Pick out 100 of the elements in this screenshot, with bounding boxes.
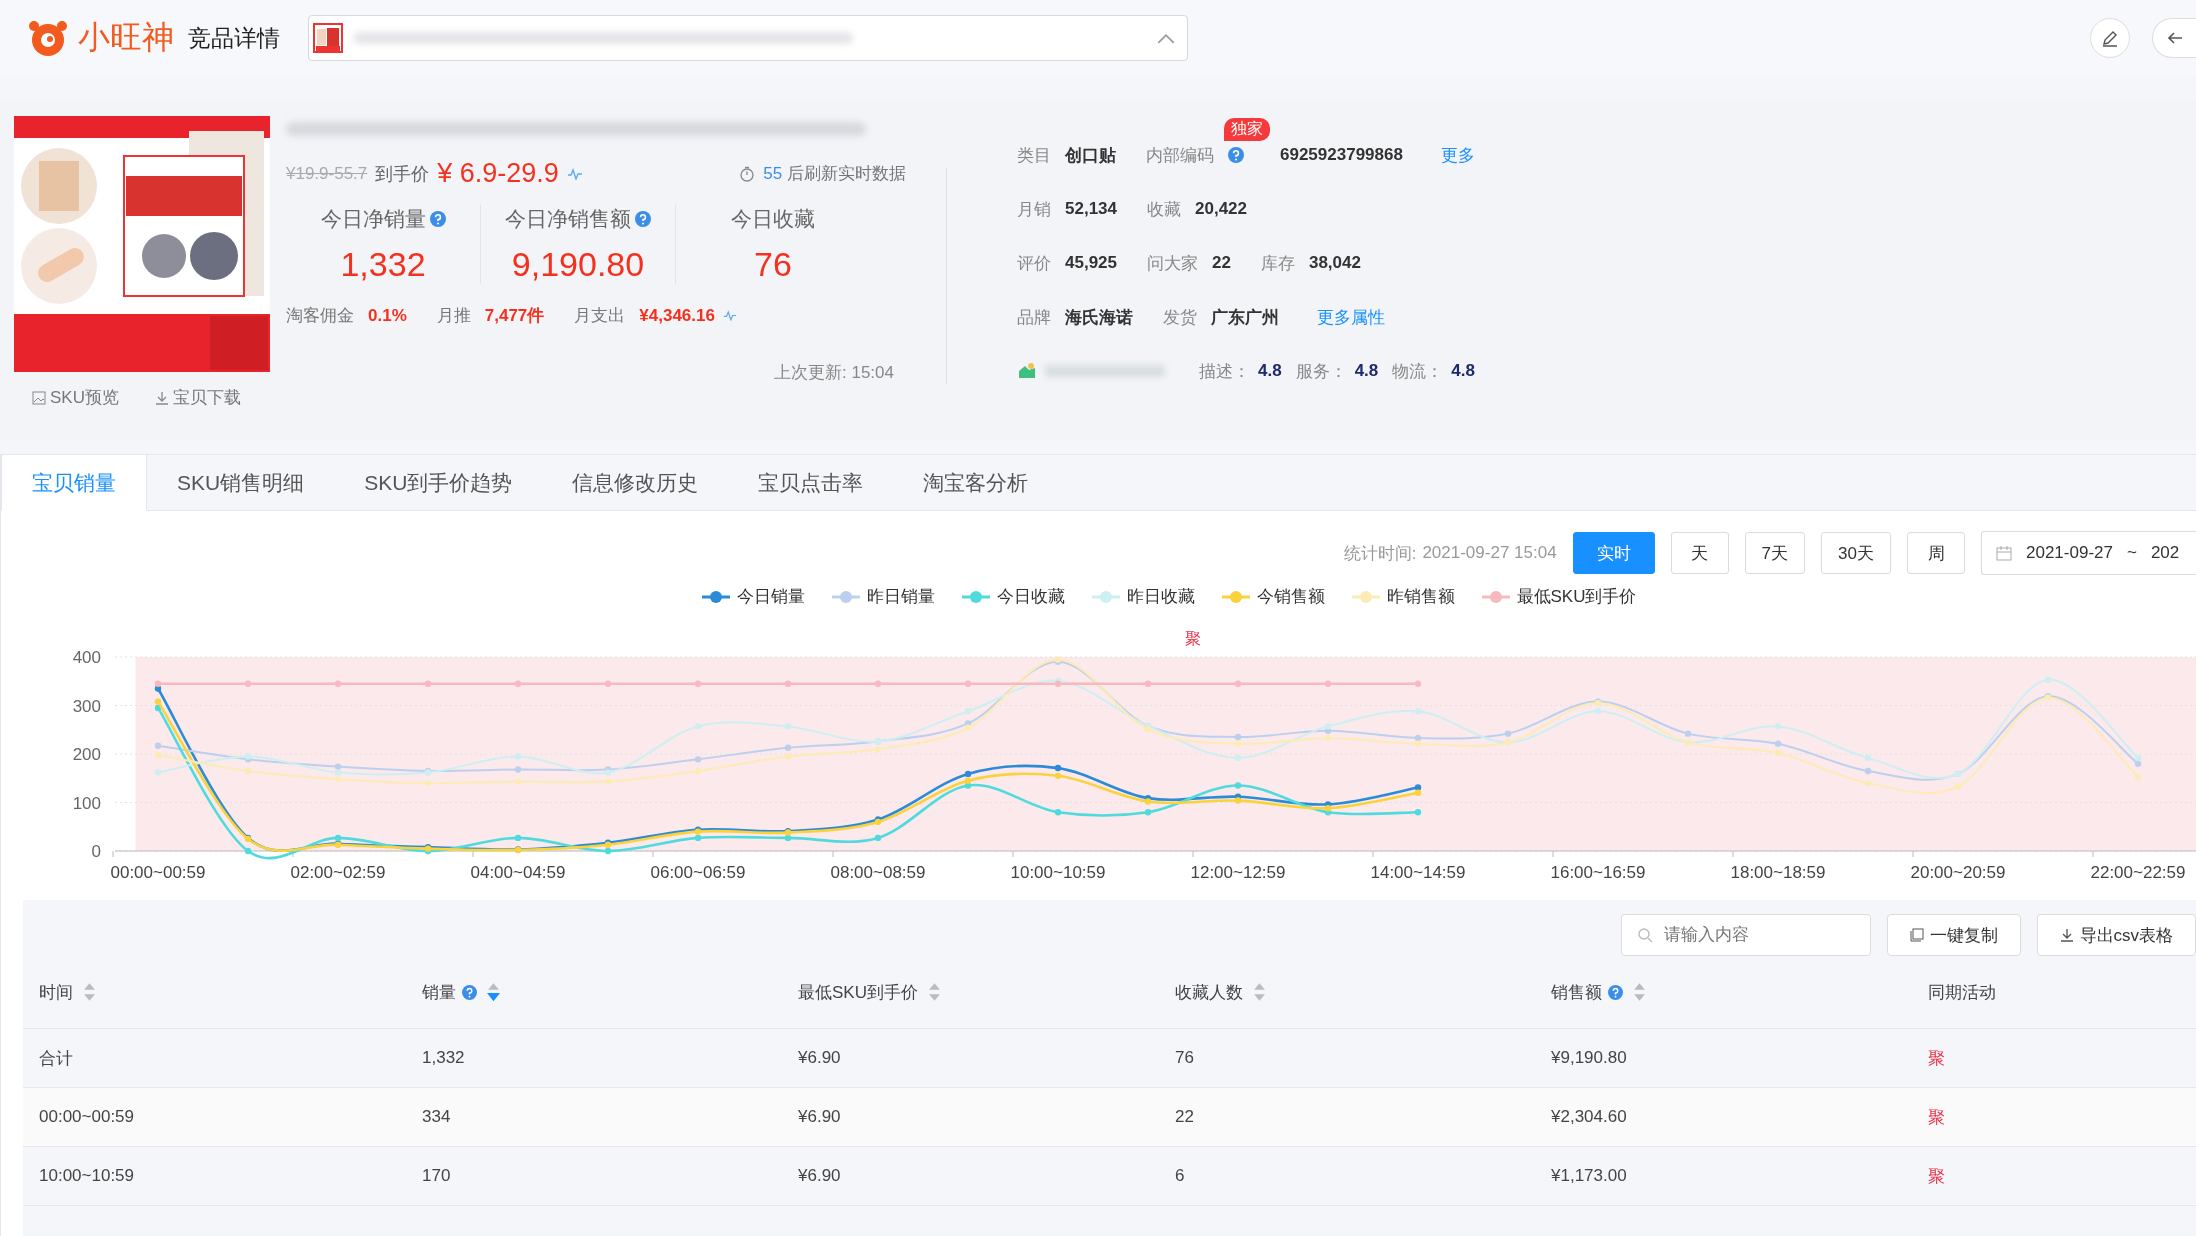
metric-label: 淘客佣金 bbox=[286, 305, 354, 327]
point bbox=[874, 680, 882, 687]
tab[interactable]: SKU到手价趋势 bbox=[334, 455, 543, 511]
original-price: ¥19.9-55.7 bbox=[286, 163, 368, 184]
attribute-label: 类目 bbox=[1017, 144, 1051, 167]
attribute-label: 库存 bbox=[1260, 252, 1295, 275]
y-tick-label: 100 bbox=[72, 793, 101, 813]
point bbox=[874, 745, 882, 753]
table-cell: 22 bbox=[1175, 1107, 1194, 1127]
range-button[interactable]: 30天 bbox=[1821, 532, 1891, 574]
point bbox=[334, 763, 342, 770]
action-link[interactable]: 宝贝下载 bbox=[154, 386, 241, 409]
search-field[interactable]: 请输入内容 bbox=[1620, 914, 1871, 956]
attribute-label: 评价 bbox=[1017, 252, 1051, 275]
help-icon[interactable] bbox=[462, 984, 477, 1000]
last-update: 上次更新: 15:04 bbox=[773, 362, 895, 384]
x-tick-label: 22:00~22:59 bbox=[2090, 863, 2186, 882]
copy-button[interactable]: 一键复制 bbox=[1886, 914, 2021, 956]
action-link[interactable]: SKU预览 bbox=[32, 386, 119, 409]
back-button[interactable] bbox=[2152, 18, 2196, 58]
tab[interactable]: 宝贝点击率 bbox=[728, 455, 894, 511]
point bbox=[2134, 760, 2142, 767]
table-cell: 76 bbox=[1175, 1048, 1194, 1068]
export-button[interactable]: 导出csv表格 bbox=[2036, 914, 2196, 956]
shop-icon bbox=[1017, 362, 1037, 380]
x-tick-label: 06:00~06:59 bbox=[650, 863, 746, 882]
attribute-label: 月销 bbox=[1017, 198, 1051, 221]
download-icon bbox=[2059, 928, 2074, 942]
point bbox=[694, 680, 702, 687]
tab[interactable]: 淘宝客分析 bbox=[893, 455, 1059, 511]
date-range-field[interactable]: 2021-09-27 ~ 202 bbox=[1981, 531, 2196, 575]
legend-item[interactable]: 昨日销量 bbox=[830, 585, 935, 608]
legend-item[interactable]: 今日销量 bbox=[700, 585, 805, 608]
metric-value: 7,477件 bbox=[484, 305, 545, 327]
point bbox=[2134, 754, 2142, 762]
point bbox=[1144, 726, 1152, 733]
legend-item[interactable]: 今销售额 bbox=[1220, 585, 1325, 608]
tab[interactable]: SKU销售明细 bbox=[147, 455, 335, 511]
point bbox=[1504, 730, 1512, 737]
point bbox=[1324, 734, 1332, 742]
column-header: 销量 bbox=[422, 981, 456, 1004]
metric-value: 0.1% bbox=[368, 305, 407, 326]
tab[interactable]: 信息修改历史 bbox=[542, 455, 729, 511]
timer-icon bbox=[739, 165, 756, 182]
point bbox=[1414, 734, 1422, 742]
stat-label: 今日净销量 bbox=[320, 206, 426, 232]
point bbox=[694, 723, 702, 730]
legend-item[interactable]: 今日收藏 bbox=[960, 585, 1065, 608]
range-button[interactable]: 7天 bbox=[1744, 532, 1806, 574]
legend-item[interactable]: 昨日收藏 bbox=[1090, 585, 1195, 608]
column-header: 同期活动 bbox=[1928, 981, 1996, 1004]
help-icon[interactable] bbox=[429, 211, 446, 227]
help-icon[interactable] bbox=[635, 211, 651, 227]
range-button[interactable]: 周 bbox=[1907, 532, 1965, 574]
sort-icon[interactable] bbox=[1253, 982, 1266, 1002]
sort-icon[interactable] bbox=[83, 982, 96, 1002]
download-icon bbox=[154, 390, 169, 405]
table-cell: ¥2,304.60 bbox=[1551, 1107, 1627, 1127]
table-cell: ¥1,173.00 bbox=[1551, 1166, 1627, 1186]
sort-icon[interactable] bbox=[487, 982, 500, 1002]
point bbox=[2044, 676, 2052, 683]
table-cell: 1,332 bbox=[422, 1048, 465, 1068]
copy-icon bbox=[1909, 928, 1924, 942]
point bbox=[784, 753, 792, 760]
point bbox=[1234, 680, 1242, 687]
point bbox=[1054, 764, 1062, 772]
point bbox=[1414, 680, 1422, 687]
legend-item[interactable]: 最低SKU到手价 bbox=[1480, 585, 1637, 608]
x-tick-label: 00:00~00:59 bbox=[110, 863, 206, 882]
point bbox=[154, 680, 162, 687]
point bbox=[1144, 680, 1152, 687]
point bbox=[964, 770, 972, 778]
point bbox=[964, 777, 972, 784]
point bbox=[424, 779, 432, 787]
point bbox=[1234, 797, 1242, 804]
point bbox=[1234, 733, 1242, 741]
table-cell: 334 bbox=[422, 1107, 451, 1127]
x-tick-label: 20:00~20:59 bbox=[1910, 863, 2006, 882]
legend-item[interactable]: 昨销售额 bbox=[1350, 585, 1455, 608]
point bbox=[694, 767, 702, 775]
metric-label: 月支出 bbox=[574, 305, 626, 327]
point bbox=[154, 698, 162, 705]
attribute-value: 45,925 bbox=[1065, 253, 1117, 273]
help-icon[interactable] bbox=[1608, 984, 1623, 1000]
point bbox=[694, 756, 702, 763]
sort-icon[interactable] bbox=[1633, 982, 1646, 1002]
attribute-value: 广东广州 bbox=[1211, 306, 1279, 329]
stat-label: 今日收藏 bbox=[731, 206, 815, 232]
y-tick-label: 200 bbox=[72, 745, 101, 764]
trend-icon[interactable] bbox=[722, 310, 737, 321]
trend-icon[interactable] bbox=[566, 167, 583, 180]
point bbox=[1774, 723, 1782, 730]
point bbox=[1234, 740, 1242, 748]
help-icon[interactable] bbox=[1228, 147, 1244, 163]
column-header: 最低SKU到手价 bbox=[798, 981, 918, 1004]
edit-button[interactable] bbox=[2090, 18, 2130, 58]
x-tick-label: 02:00~02:59 bbox=[290, 863, 386, 882]
sort-icon[interactable] bbox=[927, 982, 941, 1002]
table-cell-text: 聚 bbox=[1928, 1047, 1945, 1070]
range-button[interactable]: 天 bbox=[1670, 532, 1729, 574]
